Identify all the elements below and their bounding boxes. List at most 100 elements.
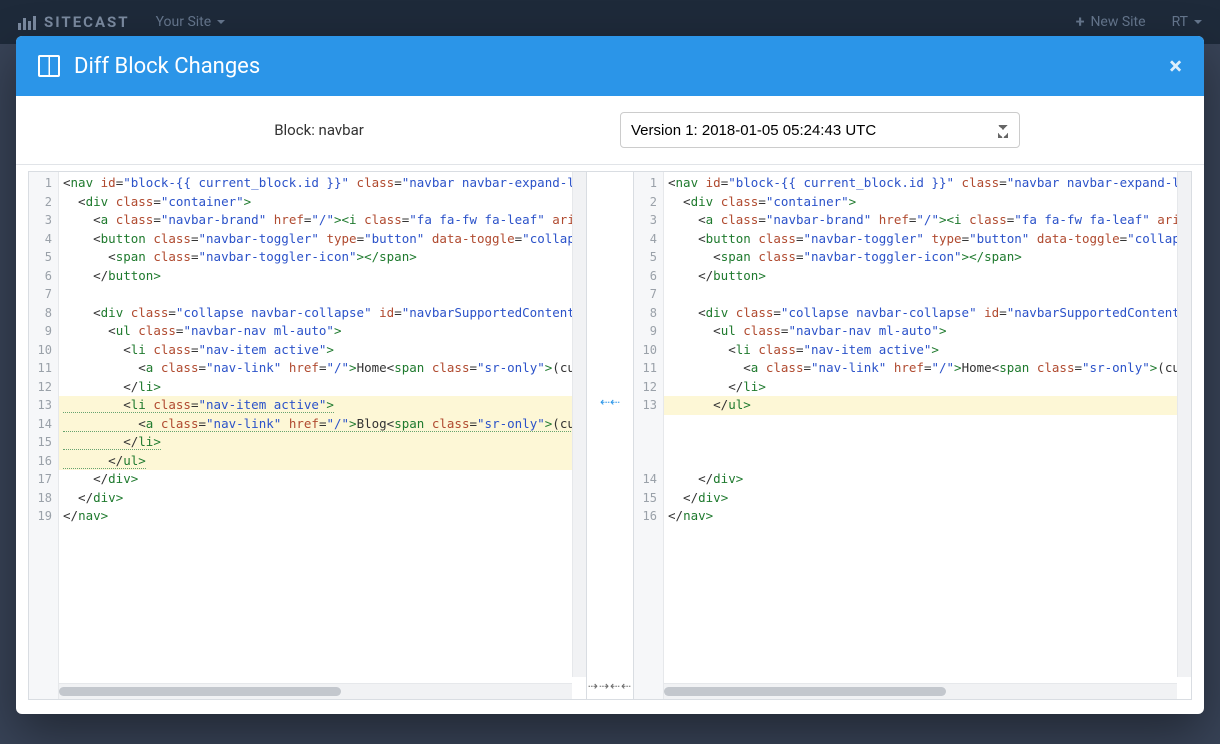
line-number: 17 [29, 470, 58, 489]
line-number: 6 [634, 267, 663, 286]
line-number: 5 [634, 248, 663, 267]
line-number: 2 [29, 193, 58, 212]
code-line [59, 285, 586, 304]
code-line: <div class="container"> [664, 193, 1191, 212]
code-line: <span class="navbar-toggler-icon"></span… [664, 248, 1191, 267]
line-number: 19 [29, 507, 58, 526]
code-line: <div class="container"> [59, 193, 586, 212]
code-line [664, 285, 1191, 304]
line-number: 14 [634, 470, 663, 489]
code-line: <ul class="navbar-nav ml-auto"> [664, 322, 1191, 341]
code-line: <a class="nav-link" href="/">Home<span c… [664, 359, 1191, 378]
horizontal-scrollbar[interactable] [59, 683, 572, 699]
code-line [664, 433, 1191, 452]
code-line: </div> [59, 470, 586, 489]
line-number: 10 [29, 341, 58, 360]
line-gutter-left: 12345678910111213141516171819 [29, 172, 59, 699]
code-line: <nav id="block-{{ current_block.id }}" c… [59, 174, 586, 193]
merge-left-icon[interactable]: ⇠⇠ [587, 395, 633, 409]
merge-arrows-icon: ⇢⇢⇠⇠ [587, 679, 633, 693]
code-line: <a class="nav-link" href="/">Home<span c… [59, 359, 586, 378]
chevron-down-icon [1194, 20, 1202, 24]
line-number: 13 [634, 396, 663, 415]
user-menu[interactable]: RT [1172, 14, 1202, 30]
line-number: 7 [634, 285, 663, 304]
code-line: <a class="nav-link" href="/">Blog<span c… [59, 415, 586, 434]
brand-text: SITECAST [44, 13, 130, 31]
line-number: 4 [634, 230, 663, 249]
line-number [634, 452, 663, 471]
close-button[interactable]: × [1169, 52, 1182, 80]
code-line: </button> [664, 267, 1191, 286]
code-line: <div class="collapse navbar-collapse" id… [59, 304, 586, 323]
code-line: </li> [59, 433, 586, 452]
line-number: 9 [634, 322, 663, 341]
horizontal-scrollbar[interactable] [664, 683, 1177, 699]
line-number: 10 [634, 341, 663, 360]
line-number: 5 [29, 248, 58, 267]
line-number: 12 [29, 378, 58, 397]
new-site-button[interactable]: + New Site [1076, 14, 1146, 30]
modal-title: Diff Block Changes [74, 54, 260, 79]
chevron-down-icon [217, 20, 225, 24]
brand-logo[interactable]: SITECAST [18, 13, 130, 31]
line-number: 16 [634, 507, 663, 526]
diff-container: 12345678910111213141516171819 <nav id="b… [16, 165, 1204, 714]
block-label: Block: navbar [274, 121, 364, 139]
code-line: <button class="navbar-toggler" type="but… [59, 230, 586, 249]
line-number: 8 [29, 304, 58, 323]
line-number: 8 [634, 304, 663, 323]
vertical-scrollbar[interactable] [1177, 172, 1191, 677]
line-number: 13 [29, 396, 58, 415]
your-site-dropdown[interactable]: Your Site [156, 14, 226, 30]
code-line: </ul> [59, 452, 586, 471]
columns-icon [38, 55, 60, 77]
line-number: 7 [29, 285, 58, 304]
code-line: <a class="navbar-brand" href="/"><i clas… [664, 211, 1191, 230]
line-number: 16 [29, 452, 58, 471]
line-number: 4 [29, 230, 58, 249]
code-line: <a class="navbar-brand" href="/"><i clas… [59, 211, 586, 230]
code-line: <button class="navbar-toggler" type="but… [664, 230, 1191, 249]
diff-pane-left[interactable]: 12345678910111213141516171819 <nav id="b… [28, 171, 587, 700]
line-number [634, 415, 663, 434]
your-site-label: Your Site [156, 14, 212, 30]
code-line: <ul class="navbar-nav ml-auto"> [59, 322, 586, 341]
code-line: <li class="nav-item active"> [59, 396, 586, 415]
code-left[interactable]: <nav id="block-{{ current_block.id }}" c… [59, 172, 586, 699]
code-line: </div> [664, 489, 1191, 508]
code-line: <span class="navbar-toggler-icon"></span… [59, 248, 586, 267]
diff-pane-right[interactable]: 12345678910111213141516 <nav id="block-{… [633, 171, 1192, 700]
modal-header: Diff Block Changes × [16, 36, 1204, 96]
vertical-scrollbar[interactable] [572, 172, 586, 677]
code-line: <nav id="block-{{ current_block.id }}" c… [664, 174, 1191, 193]
code-line: </li> [59, 378, 586, 397]
line-number: 11 [634, 359, 663, 378]
code-line: </div> [59, 489, 586, 508]
diff-modal: Diff Block Changes × Block: navbar Versi… [16, 36, 1204, 714]
line-number [634, 433, 663, 452]
code-line [664, 415, 1191, 434]
version-select[interactable]: Version 1: 2018-01-05 05:24:43 UTC [620, 112, 1020, 148]
code-right[interactable]: <nav id="block-{{ current_block.id }}" c… [664, 172, 1191, 699]
code-line: <li class="nav-item active"> [664, 341, 1191, 360]
plus-icon: + [1076, 14, 1085, 30]
line-number: 11 [29, 359, 58, 378]
scroll-thumb[interactable] [59, 687, 341, 696]
code-line: </button> [59, 267, 586, 286]
modal-subheader: Block: navbar Version 1: 2018-01-05 05:2… [16, 96, 1204, 165]
line-number: 1 [634, 174, 663, 193]
line-number: 1 [29, 174, 58, 193]
code-line: </ul> [664, 396, 1191, 415]
diff-connector: ⇠⇠ ⇢⇢⇠⇠ [587, 171, 633, 700]
scroll-thumb[interactable] [664, 687, 946, 696]
code-line: </div> [664, 470, 1191, 489]
code-line: </li> [664, 378, 1191, 397]
line-number: 14 [29, 415, 58, 434]
line-number: 9 [29, 322, 58, 341]
line-number: 2 [634, 193, 663, 212]
line-gutter-right: 12345678910111213141516 [634, 172, 664, 699]
brand-bars-icon [18, 14, 36, 30]
code-line: <li class="nav-item active"> [59, 341, 586, 360]
code-line: <div class="collapse navbar-collapse" id… [664, 304, 1191, 323]
